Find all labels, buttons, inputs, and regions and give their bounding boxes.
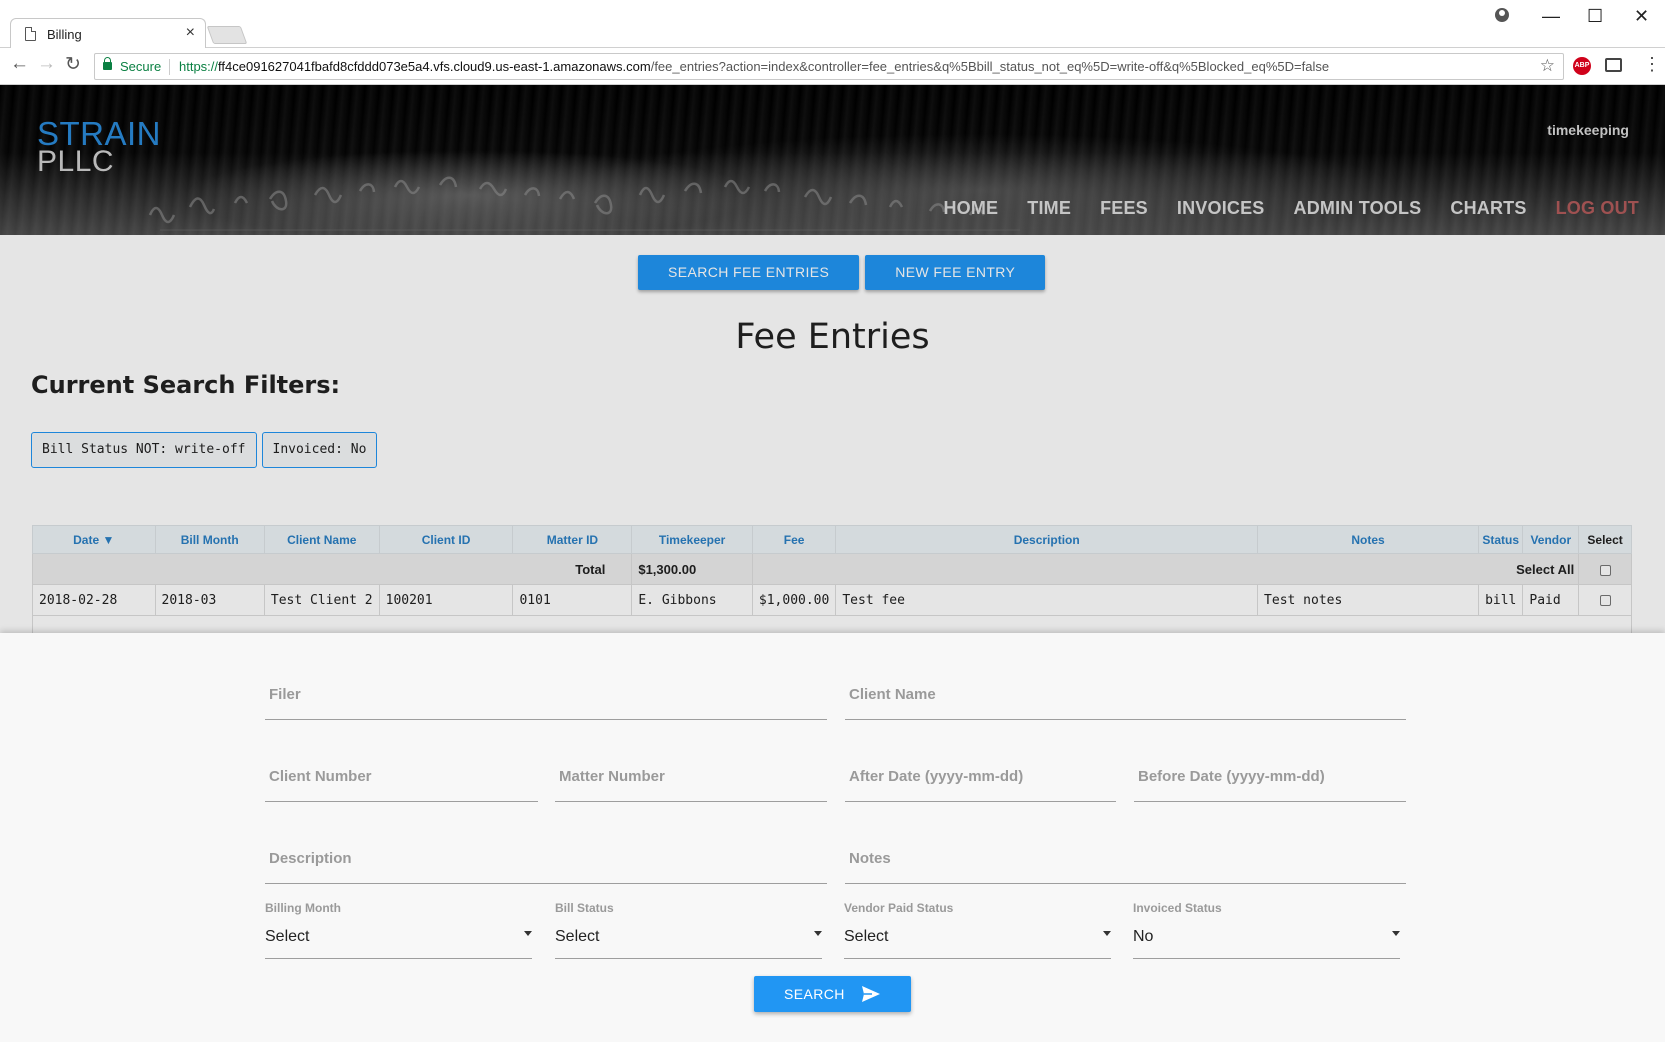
minimize-icon[interactable]: — — [1542, 6, 1560, 27]
notes-field[interactable]: Notes — [845, 837, 1406, 884]
url-scheme: https:// — [179, 59, 219, 74]
invoiced-status-select[interactable]: Invoiced Status No — [1133, 901, 1400, 959]
invoiced-status-value: No — [1133, 928, 1154, 945]
filer-field[interactable]: Filer — [265, 673, 827, 720]
chevron-down-icon — [814, 931, 822, 936]
bill-status-label: Bill Status — [555, 901, 614, 915]
description-placeholder: Description — [269, 850, 352, 867]
billing-month-label: Billing Month — [265, 901, 341, 915]
search-panel: Filer Client Name Client Number Matter N… — [0, 633, 1665, 1042]
address-bar[interactable]: Secure https://ff4ce091627041fbafd8cfddd… — [94, 53, 1564, 80]
chevron-down-icon — [1103, 931, 1111, 936]
before-date-placeholder: Before Date (yyyy-mm-dd) — [1138, 768, 1325, 785]
adblock-icon[interactable]: ABP — [1573, 57, 1591, 75]
notes-placeholder: Notes — [849, 850, 891, 867]
browser-menu-icon[interactable]: ⋮ — [1643, 54, 1661, 75]
vendor-paid-status-select[interactable]: Vendor Paid Status Select — [844, 901, 1111, 959]
page-icon — [25, 27, 36, 41]
url-path: /fee_entries?action=index&controller=fee… — [650, 59, 1330, 74]
client-number-field[interactable]: Client Number — [265, 755, 538, 802]
chevron-down-icon — [1392, 931, 1400, 936]
reload-icon[interactable]: ↻ — [65, 53, 81, 76]
filer-placeholder: Filer — [269, 686, 301, 703]
billing-month-select[interactable]: Billing Month Select — [265, 901, 532, 959]
browser-tab[interactable]: Billing × — [10, 18, 206, 49]
search-button[interactable]: SEARCH — [754, 976, 911, 1012]
matter-number-placeholder: Matter Number — [559, 768, 665, 785]
after-date-placeholder: After Date (yyyy-mm-dd) — [849, 768, 1024, 785]
chevron-down-icon — [524, 931, 532, 936]
new-tab-button[interactable] — [206, 26, 248, 44]
vendor-paid-status-value: Select — [844, 928, 889, 945]
close-window-icon[interactable]: ✕ — [1634, 6, 1649, 27]
description-field[interactable]: Description — [265, 837, 827, 884]
before-date-field[interactable]: Before Date (yyyy-mm-dd) — [1134, 755, 1406, 802]
client-name-placeholder: Client Name — [849, 686, 936, 703]
cast-icon[interactable] — [1605, 58, 1622, 72]
account-icon[interactable] — [1495, 8, 1509, 22]
bookmark-star-icon[interactable]: ☆ — [1540, 56, 1555, 76]
forward-icon[interactable]: → — [37, 53, 56, 75]
tab-title: Billing — [47, 27, 82, 42]
modal-overlay[interactable] — [0, 85, 1665, 633]
bill-status-value: Select — [555, 928, 600, 945]
client-number-placeholder: Client Number — [269, 768, 372, 785]
url-text[interactable]: https://ff4ce091627041fbafd8cfddd073e5a4… — [179, 59, 1329, 74]
close-tab-icon[interactable]: × — [186, 24, 195, 42]
send-icon — [862, 986, 880, 1002]
billing-month-value: Select — [265, 928, 310, 945]
lock-icon — [103, 57, 112, 70]
browser-titlebar: Billing × — ☐ ✕ — [0, 0, 1665, 49]
invoiced-status-label: Invoiced Status — [1133, 901, 1222, 915]
browser-toolbar: ← → ↻ Secure https://ff4ce091627041fbafd… — [0, 48, 1665, 85]
vendor-paid-status-label: Vendor Paid Status — [844, 901, 954, 915]
bill-status-select[interactable]: Bill Status Select — [555, 901, 822, 959]
url-host: ff4ce091627041fbafd8cfddd073e5a4.vfs.clo… — [218, 59, 651, 74]
secure-label: Secure — [120, 59, 162, 74]
client-name-field[interactable]: Client Name — [845, 673, 1406, 720]
maximize-icon[interactable]: ☐ — [1587, 6, 1603, 27]
matter-number-field[interactable]: Matter Number — [555, 755, 827, 802]
after-date-field[interactable]: After Date (yyyy-mm-dd) — [845, 755, 1116, 802]
back-icon[interactable]: ← — [10, 53, 29, 75]
divider — [169, 59, 170, 75]
search-button-label: SEARCH — [784, 986, 845, 1002]
